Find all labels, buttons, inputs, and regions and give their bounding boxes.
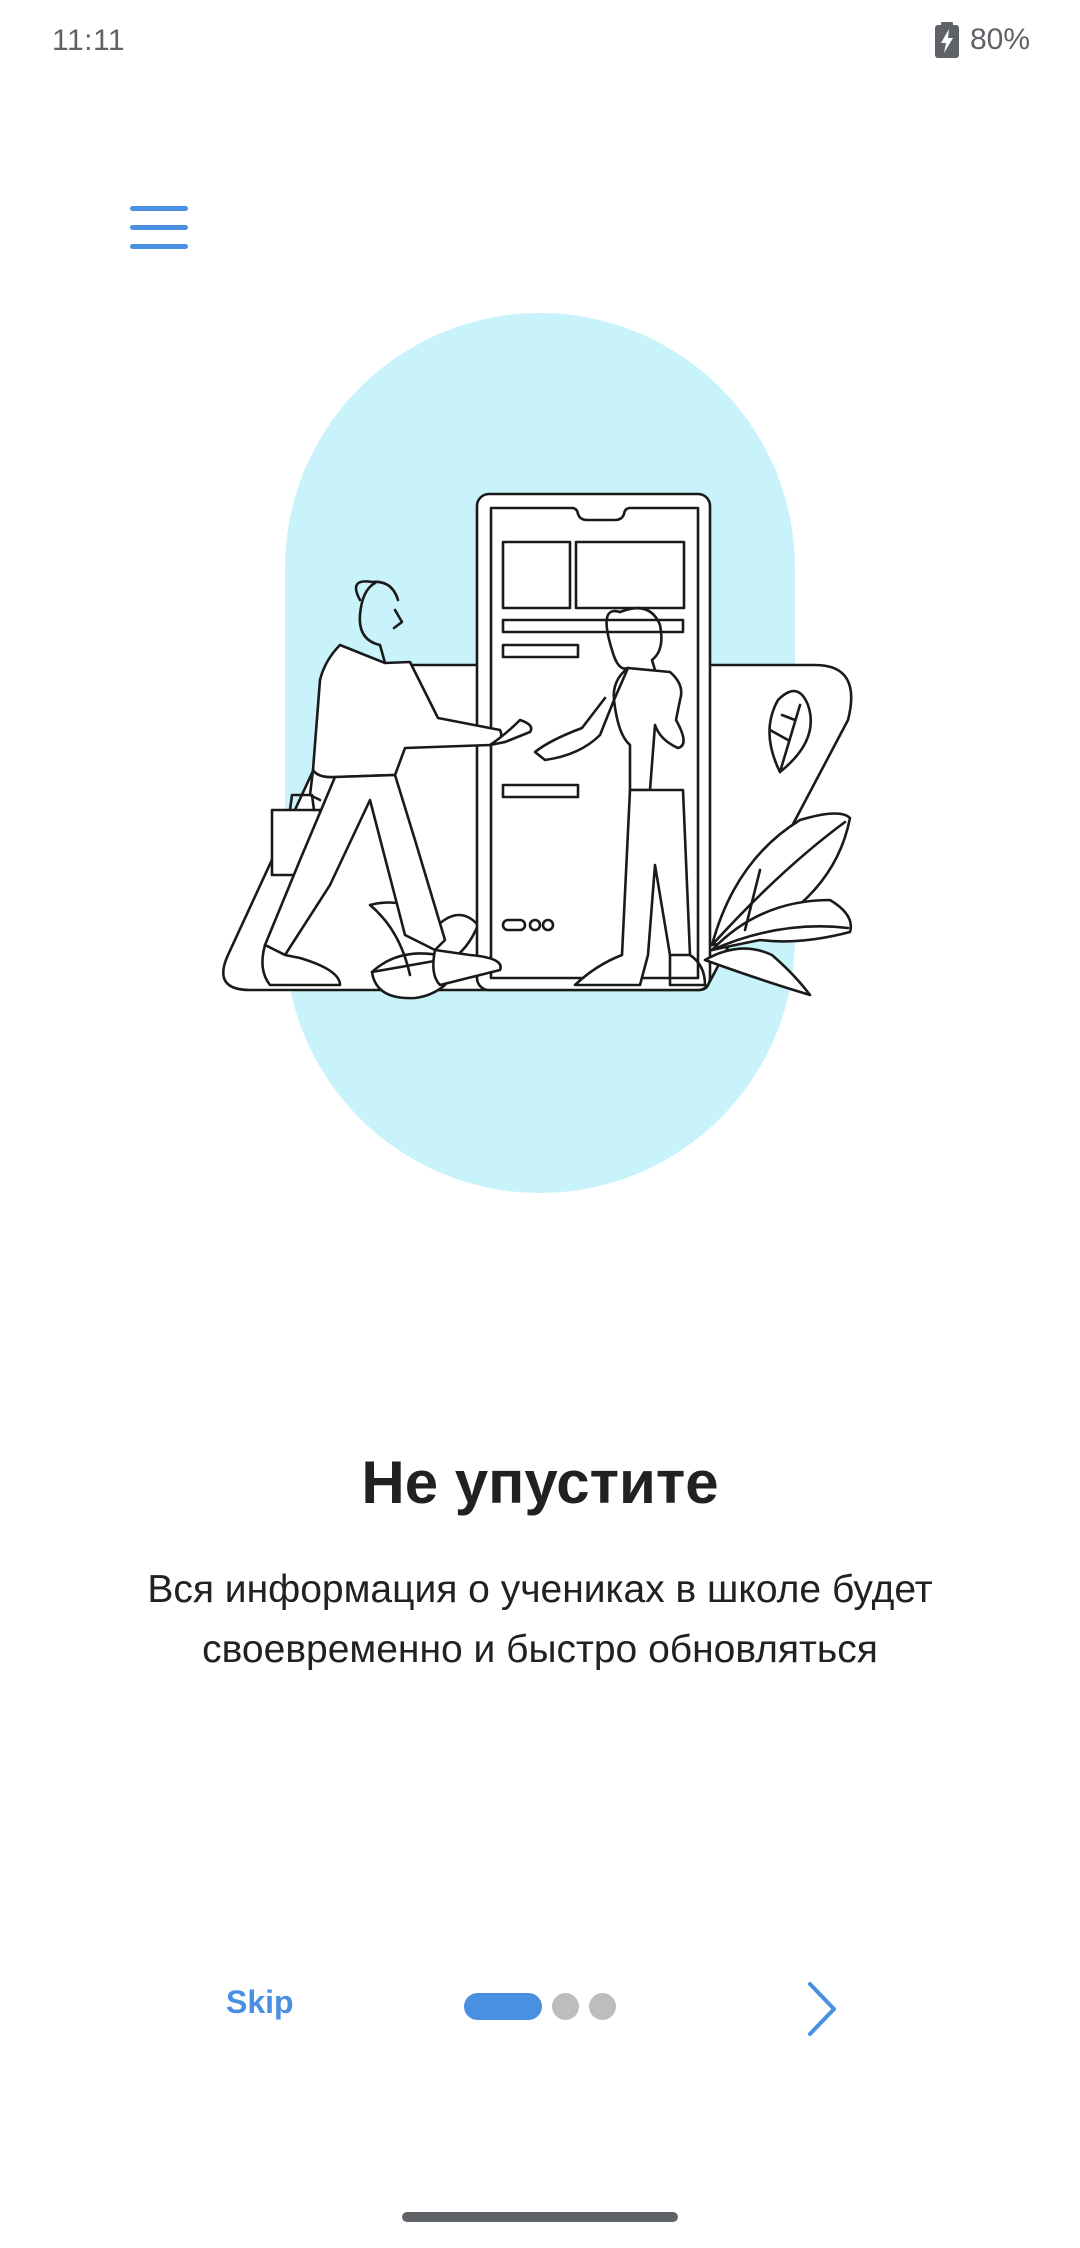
next-button[interactable] — [798, 1978, 844, 2040]
slide-title: Не упустите — [361, 1449, 719, 1516]
chevron-right-icon — [808, 1982, 836, 2036]
two-people-handshake-phone-illustration — [222, 313, 853, 1193]
page-dot — [589, 1992, 616, 2020]
page-dot-active — [464, 1992, 542, 2020]
page-indicator — [464, 1992, 616, 2020]
home-indicator[interactable] — [402, 2212, 678, 2222]
skip-button[interactable]: Skip — [226, 1984, 294, 2021]
page-dot — [552, 1992, 579, 2020]
slide-description: Вся информация о учениках в школе будет … — [147, 1568, 933, 1671]
